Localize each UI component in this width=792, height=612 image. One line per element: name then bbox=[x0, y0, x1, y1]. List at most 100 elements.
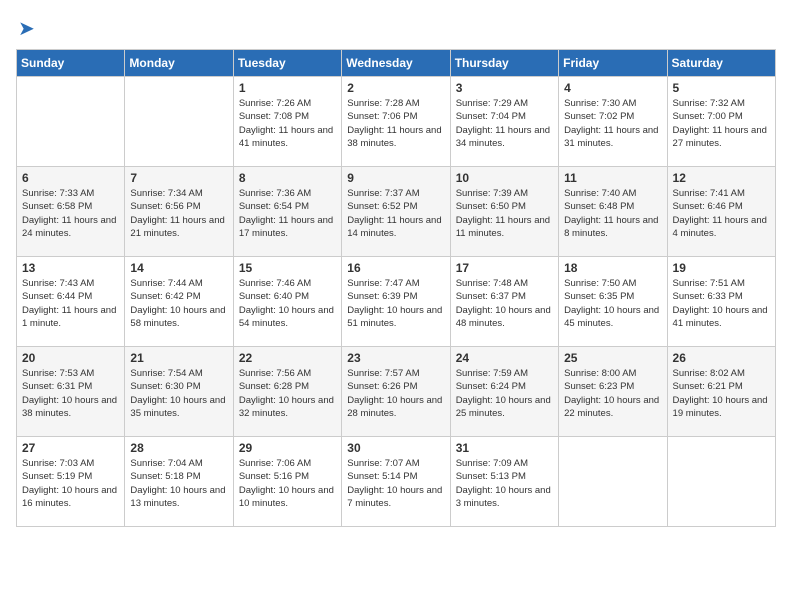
day-number: 11 bbox=[564, 171, 661, 185]
weekday-header-sunday: Sunday bbox=[17, 50, 125, 77]
calendar-cell: 4Sunrise: 7:30 AM Sunset: 7:02 PM Daylig… bbox=[559, 77, 667, 167]
day-info: Sunrise: 7:53 AM Sunset: 6:31 PM Dayligh… bbox=[22, 367, 119, 420]
day-number: 14 bbox=[130, 261, 227, 275]
calendar-cell: 25 Sunrise: 8:00 AM Sunset: 6:23 PM Dayli… bbox=[559, 347, 667, 437]
day-number: 12 bbox=[673, 171, 770, 185]
calendar-cell: 15Sunrise: 7:46 AM Sunset: 6:40 PM Dayli… bbox=[233, 257, 341, 347]
calendar-cell: 13 Sunrise: 7:43 AM Sunset: 6:44 PM Dayli… bbox=[17, 257, 125, 347]
calendar-cell: 26 Sunrise: 8:02 AM Sunset: 6:21 PM Dayli… bbox=[667, 347, 775, 437]
logo: ➤ bbox=[16, 16, 35, 41]
calendar-cell: 10 Sunrise: 7:39 AM Sunset: 6:50 PM Dayli… bbox=[450, 167, 558, 257]
logo-icon: ➤ bbox=[18, 16, 35, 41]
day-number: 13 bbox=[22, 261, 119, 275]
calendar-cell: 6 Sunrise: 7:33 AM Sunset: 6:58 PM Daylig… bbox=[17, 167, 125, 257]
calendar-week-3: 13 Sunrise: 7:43 AM Sunset: 6:44 PM Dayli… bbox=[17, 257, 776, 347]
day-number: 17 bbox=[456, 261, 553, 275]
day-number: 16 bbox=[347, 261, 444, 275]
day-number: 23 bbox=[347, 351, 444, 365]
day-number: 7 bbox=[130, 171, 227, 185]
calendar-cell: 28 Sunrise: 7:04 AM Sunset: 5:18 PM Dayli… bbox=[125, 437, 233, 527]
calendar-cell: 9 Sunrise: 7:37 AM Sunset: 6:52 PM Daylig… bbox=[342, 167, 450, 257]
day-info: Sunrise: 7:46 AM Sunset: 6:40 PM Dayligh… bbox=[239, 277, 336, 330]
day-number: 20 bbox=[22, 351, 119, 365]
day-info: Sunrise: 7:09 AM Sunset: 5:13 PM Dayligh… bbox=[456, 457, 553, 510]
calendar-week-4: 20 Sunrise: 7:53 AM Sunset: 6:31 PM Dayli… bbox=[17, 347, 776, 437]
calendar-cell: 21 Sunrise: 7:54 AM Sunset: 6:30 PM Dayli… bbox=[125, 347, 233, 437]
day-number: 28 bbox=[130, 441, 227, 455]
calendar-cell bbox=[17, 77, 125, 167]
day-info: Sunrise: 7:03 AM Sunset: 5:19 PM Dayligh… bbox=[22, 457, 119, 510]
page-header: ➤ bbox=[16, 16, 776, 41]
calendar-cell bbox=[667, 437, 775, 527]
calendar-cell: 24 Sunrise: 7:59 AM Sunset: 6:24 PM Dayli… bbox=[450, 347, 558, 437]
day-number: 24 bbox=[456, 351, 553, 365]
day-info: Sunrise: 7:33 AM Sunset: 6:58 PM Dayligh… bbox=[22, 187, 119, 240]
weekday-header-friday: Friday bbox=[559, 50, 667, 77]
day-number: 21 bbox=[130, 351, 227, 365]
day-info: Sunrise: 7:07 AM Sunset: 5:14 PM Dayligh… bbox=[347, 457, 444, 510]
calendar-cell: 20 Sunrise: 7:53 AM Sunset: 6:31 PM Dayli… bbox=[17, 347, 125, 437]
calendar-week-1: 1Sunrise: 7:26 AM Sunset: 7:08 PM Daylig… bbox=[17, 77, 776, 167]
day-info: Sunrise: 7:37 AM Sunset: 6:52 PM Dayligh… bbox=[347, 187, 444, 240]
calendar-cell: 8 Sunrise: 7:36 AM Sunset: 6:54 PM Daylig… bbox=[233, 167, 341, 257]
day-number: 1 bbox=[239, 81, 336, 95]
calendar-week-5: 27 Sunrise: 7:03 AM Sunset: 5:19 PM Dayli… bbox=[17, 437, 776, 527]
calendar-cell: 17 Sunrise: 7:48 AM Sunset: 6:37 PM Dayli… bbox=[450, 257, 558, 347]
day-info: Sunrise: 7:54 AM Sunset: 6:30 PM Dayligh… bbox=[130, 367, 227, 420]
weekday-header-tuesday: Tuesday bbox=[233, 50, 341, 77]
weekday-header-wednesday: Wednesday bbox=[342, 50, 450, 77]
day-number: 25 bbox=[564, 351, 661, 365]
day-info: Sunrise: 8:02 AM Sunset: 6:21 PM Dayligh… bbox=[673, 367, 770, 420]
day-number: 19 bbox=[673, 261, 770, 275]
calendar-cell: 1Sunrise: 7:26 AM Sunset: 7:08 PM Daylig… bbox=[233, 77, 341, 167]
calendar-cell bbox=[559, 437, 667, 527]
weekday-header-saturday: Saturday bbox=[667, 50, 775, 77]
day-info: Sunrise: 7:51 AM Sunset: 6:33 PM Dayligh… bbox=[673, 277, 770, 330]
calendar-table: SundayMondayTuesdayWednesdayThursdayFrid… bbox=[16, 49, 776, 527]
day-number: 8 bbox=[239, 171, 336, 185]
day-info: Sunrise: 7:32 AM Sunset: 7:00 PM Dayligh… bbox=[673, 97, 770, 150]
calendar-cell: 16 Sunrise: 7:47 AM Sunset: 6:39 PM Dayli… bbox=[342, 257, 450, 347]
day-info: Sunrise: 7:36 AM Sunset: 6:54 PM Dayligh… bbox=[239, 187, 336, 240]
day-info: Sunrise: 7:48 AM Sunset: 6:37 PM Dayligh… bbox=[456, 277, 553, 330]
calendar-week-2: 6 Sunrise: 7:33 AM Sunset: 6:58 PM Daylig… bbox=[17, 167, 776, 257]
day-number: 4 bbox=[564, 81, 661, 95]
calendar-cell: 22Sunrise: 7:56 AM Sunset: 6:28 PM Dayli… bbox=[233, 347, 341, 437]
calendar-cell: 11Sunrise: 7:40 AM Sunset: 6:48 PM Dayli… bbox=[559, 167, 667, 257]
calendar-cell: 12 Sunrise: 7:41 AM Sunset: 6:46 PM Dayli… bbox=[667, 167, 775, 257]
day-info: Sunrise: 8:00 AM Sunset: 6:23 PM Dayligh… bbox=[564, 367, 661, 420]
day-info: Sunrise: 7:57 AM Sunset: 6:26 PM Dayligh… bbox=[347, 367, 444, 420]
calendar-cell: 27 Sunrise: 7:03 AM Sunset: 5:19 PM Dayli… bbox=[17, 437, 125, 527]
day-info: Sunrise: 7:50 AM Sunset: 6:35 PM Dayligh… bbox=[564, 277, 661, 330]
day-number: 9 bbox=[347, 171, 444, 185]
day-number: 26 bbox=[673, 351, 770, 365]
day-number: 2 bbox=[347, 81, 444, 95]
day-number: 6 bbox=[22, 171, 119, 185]
day-info: Sunrise: 7:59 AM Sunset: 6:24 PM Dayligh… bbox=[456, 367, 553, 420]
weekday-header-row: SundayMondayTuesdayWednesdayThursdayFrid… bbox=[17, 50, 776, 77]
day-number: 27 bbox=[22, 441, 119, 455]
calendar-cell: 23 Sunrise: 7:57 AM Sunset: 6:26 PM Dayli… bbox=[342, 347, 450, 437]
day-number: 10 bbox=[456, 171, 553, 185]
day-number: 18 bbox=[564, 261, 661, 275]
calendar-cell: 2 Sunrise: 7:28 AM Sunset: 7:06 PM Daylig… bbox=[342, 77, 450, 167]
day-info: Sunrise: 7:06 AM Sunset: 5:16 PM Dayligh… bbox=[239, 457, 336, 510]
calendar-cell: 3 Sunrise: 7:29 AM Sunset: 7:04 PM Daylig… bbox=[450, 77, 558, 167]
calendar-cell: 7Sunrise: 7:34 AM Sunset: 6:56 PM Daylig… bbox=[125, 167, 233, 257]
weekday-header-monday: Monday bbox=[125, 50, 233, 77]
calendar-cell: 19 Sunrise: 7:51 AM Sunset: 6:33 PM Dayli… bbox=[667, 257, 775, 347]
day-info: Sunrise: 7:39 AM Sunset: 6:50 PM Dayligh… bbox=[456, 187, 553, 240]
calendar-cell: 5Sunrise: 7:32 AM Sunset: 7:00 PM Daylig… bbox=[667, 77, 775, 167]
day-number: 3 bbox=[456, 81, 553, 95]
day-info: Sunrise: 7:28 AM Sunset: 7:06 PM Dayligh… bbox=[347, 97, 444, 150]
day-info: Sunrise: 7:41 AM Sunset: 6:46 PM Dayligh… bbox=[673, 187, 770, 240]
day-info: Sunrise: 7:47 AM Sunset: 6:39 PM Dayligh… bbox=[347, 277, 444, 330]
weekday-header-thursday: Thursday bbox=[450, 50, 558, 77]
calendar-cell: 29 Sunrise: 7:06 AM Sunset: 5:16 PM Dayli… bbox=[233, 437, 341, 527]
day-number: 29 bbox=[239, 441, 336, 455]
day-info: Sunrise: 7:29 AM Sunset: 7:04 PM Dayligh… bbox=[456, 97, 553, 150]
calendar-cell: 14 Sunrise: 7:44 AM Sunset: 6:42 PM Dayli… bbox=[125, 257, 233, 347]
day-info: Sunrise: 7:04 AM Sunset: 5:18 PM Dayligh… bbox=[130, 457, 227, 510]
day-info: Sunrise: 7:43 AM Sunset: 6:44 PM Dayligh… bbox=[22, 277, 119, 330]
day-info: Sunrise: 7:44 AM Sunset: 6:42 PM Dayligh… bbox=[130, 277, 227, 330]
